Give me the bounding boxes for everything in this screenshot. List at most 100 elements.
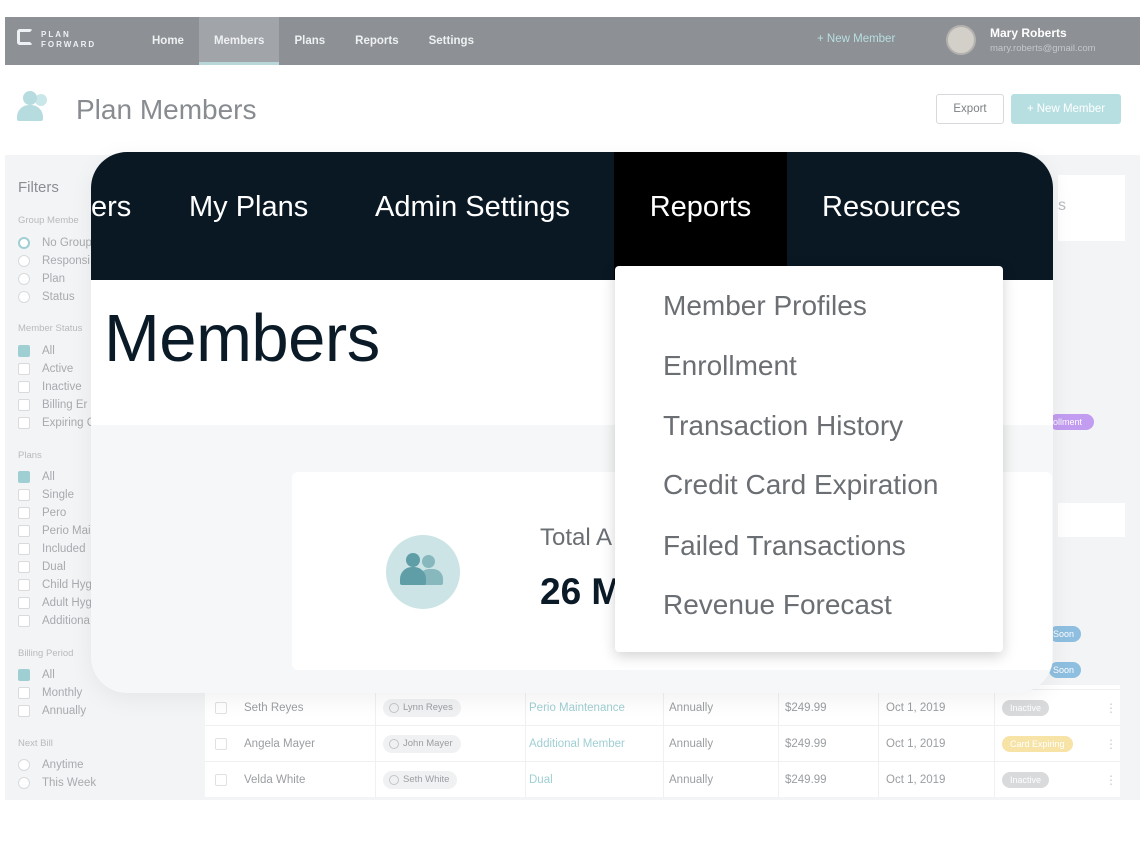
filter-option-label: Included (42, 543, 86, 555)
checkbox-icon[interactable] (18, 705, 30, 717)
price: $249.99 (785, 738, 827, 750)
filter-option-label: Monthly (42, 687, 83, 699)
screenshot-stage: PLAN FORWARD Home Members Plans Reports … (0, 0, 1144, 846)
filter-option[interactable]: Responsi (18, 253, 90, 269)
checkbox-icon[interactable] (18, 543, 30, 555)
status-pill: ollment (1049, 414, 1094, 430)
menu-item-enrollment[interactable]: Enrollment (663, 350, 797, 382)
tab-members[interactable]: ers (91, 152, 131, 280)
tab-admin-settings[interactable]: Admin Settings (375, 152, 570, 280)
nav-home[interactable]: Home (137, 17, 199, 65)
checkbox-icon[interactable] (18, 363, 30, 375)
checkbox-icon[interactable] (18, 615, 30, 627)
checkbox-icon[interactable] (18, 381, 30, 393)
checkbox-icon[interactable] (18, 579, 30, 591)
radio-icon[interactable] (18, 255, 30, 267)
filter-option[interactable]: Expiring C (18, 415, 95, 431)
filter-option[interactable]: Billing Er (18, 397, 87, 413)
nav-new-member-link[interactable]: + New Member (817, 33, 895, 45)
checkbox-icon[interactable] (18, 471, 30, 483)
checkbox-icon[interactable] (18, 597, 30, 609)
user-avatar[interactable] (946, 25, 976, 55)
menu-item-credit-card-expiration[interactable]: Credit Card Expiration (663, 469, 938, 501)
filter-option[interactable]: All (18, 667, 55, 683)
next-bill-date: Oct 1, 2019 (886, 738, 946, 750)
export-button[interactable]: Export (936, 94, 1004, 124)
filter-option[interactable]: Dual (18, 559, 66, 575)
logo[interactable]: PLAN FORWARD (17, 28, 107, 54)
member-name[interactable]: Seth Reyes (244, 690, 303, 726)
checkbox-icon[interactable] (18, 417, 30, 429)
filter-option[interactable]: No Group (18, 235, 92, 251)
menu-item-transaction-history[interactable]: Transaction History (663, 410, 903, 442)
filter-option[interactable]: Included (18, 541, 85, 557)
menu-item-revenue-forecast[interactable]: Revenue Forecast (663, 589, 892, 621)
tab-reports[interactable]: Reports (614, 152, 787, 280)
plan-link[interactable]: Perio Maintenance (529, 690, 625, 726)
filter-option-label: Perio Mai (42, 525, 91, 537)
user-email: mary.roberts@gmail.com (990, 43, 1096, 54)
filter-option[interactable]: Single (18, 487, 74, 503)
checkbox-icon[interactable] (18, 399, 30, 411)
more-options-icon[interactable]: ⋮ (1105, 690, 1117, 726)
nav-links: Home Members Plans Reports Settings (137, 17, 489, 65)
more-options-icon[interactable]: ⋮ (1105, 762, 1117, 798)
menu-item-member-profiles[interactable]: Member Profiles (663, 290, 867, 322)
filter-option[interactable]: Adult Hyg (18, 595, 92, 611)
filter-option[interactable]: Additiona (18, 613, 90, 629)
filter-option[interactable]: All (18, 343, 55, 359)
nav-reports[interactable]: Reports (340, 17, 413, 65)
table-row[interactable]: Seth Reyes Lynn Reyes Perio Maintenance … (205, 689, 1120, 725)
filter-option[interactable]: Child Hyg (18, 577, 92, 593)
row-checkbox[interactable] (215, 774, 227, 786)
filter-option[interactable]: Active (18, 361, 73, 377)
filter-option[interactable]: Perio Mai (18, 523, 91, 539)
radio-icon[interactable] (18, 237, 30, 249)
members-icon (17, 91, 53, 125)
member-name[interactable]: Angela Mayer (244, 726, 315, 762)
menu-item-failed-transactions[interactable]: Failed Transactions (663, 530, 906, 562)
row-checkbox[interactable] (215, 702, 227, 714)
plan-link[interactable]: Additional Member (529, 726, 625, 762)
more-options-icon[interactable]: ⋮ (1105, 726, 1117, 762)
new-member-button[interactable]: + New Member (1011, 94, 1121, 124)
checkbox-icon[interactable] (18, 507, 30, 519)
checkbox-icon[interactable] (18, 669, 30, 681)
filter-option[interactable]: Annually (18, 703, 86, 719)
checkbox-icon[interactable] (18, 525, 30, 537)
peek-card-text: s (1058, 197, 1066, 214)
nav-settings[interactable]: Settings (414, 17, 489, 65)
checkbox-icon[interactable] (18, 687, 30, 699)
table-row[interactable]: Angela Mayer John Mayer Additional Membe… (205, 725, 1120, 761)
filter-option[interactable]: Plan (18, 271, 65, 287)
responsible-pill: John Mayer (383, 735, 461, 753)
filter-option-label: Additiona (42, 615, 90, 627)
billing-period: Annually (669, 738, 714, 750)
radio-icon[interactable] (18, 777, 30, 789)
checkbox-icon[interactable] (18, 489, 30, 501)
row-checkbox[interactable] (215, 738, 227, 750)
nav-plans[interactable]: Plans (279, 17, 340, 65)
radio-icon[interactable] (18, 273, 30, 285)
filter-option[interactable]: Status (18, 289, 75, 305)
filter-option[interactable]: Pero (18, 505, 66, 521)
status-pill: Soon (1049, 626, 1081, 642)
tab-my-plans[interactable]: My Plans (189, 152, 308, 280)
checkbox-icon[interactable] (18, 345, 30, 357)
member-name[interactable]: Velda White (244, 762, 305, 798)
checkbox-icon[interactable] (18, 561, 30, 573)
filter-option[interactable]: Inactive (18, 379, 82, 395)
table-row[interactable]: Velda White Seth White Dual Annually $24… (205, 761, 1120, 797)
radio-icon[interactable] (18, 291, 30, 303)
filter-option[interactable]: Monthly (18, 685, 82, 701)
logo-line-1: PLAN (41, 30, 71, 39)
plan-link[interactable]: Dual (529, 762, 553, 798)
filter-option[interactable]: All (18, 469, 55, 485)
tab-resources[interactable]: Resources (822, 152, 961, 280)
reports-dropdown-menu: Member Profiles Enrollment Transaction H… (615, 266, 1003, 652)
nav-members[interactable]: Members (198, 17, 280, 65)
filter-option-label: No Group (42, 237, 92, 249)
radio-icon[interactable] (18, 759, 30, 771)
filter-option[interactable]: This Week (18, 775, 96, 791)
filter-option[interactable]: Anytime (18, 757, 84, 773)
